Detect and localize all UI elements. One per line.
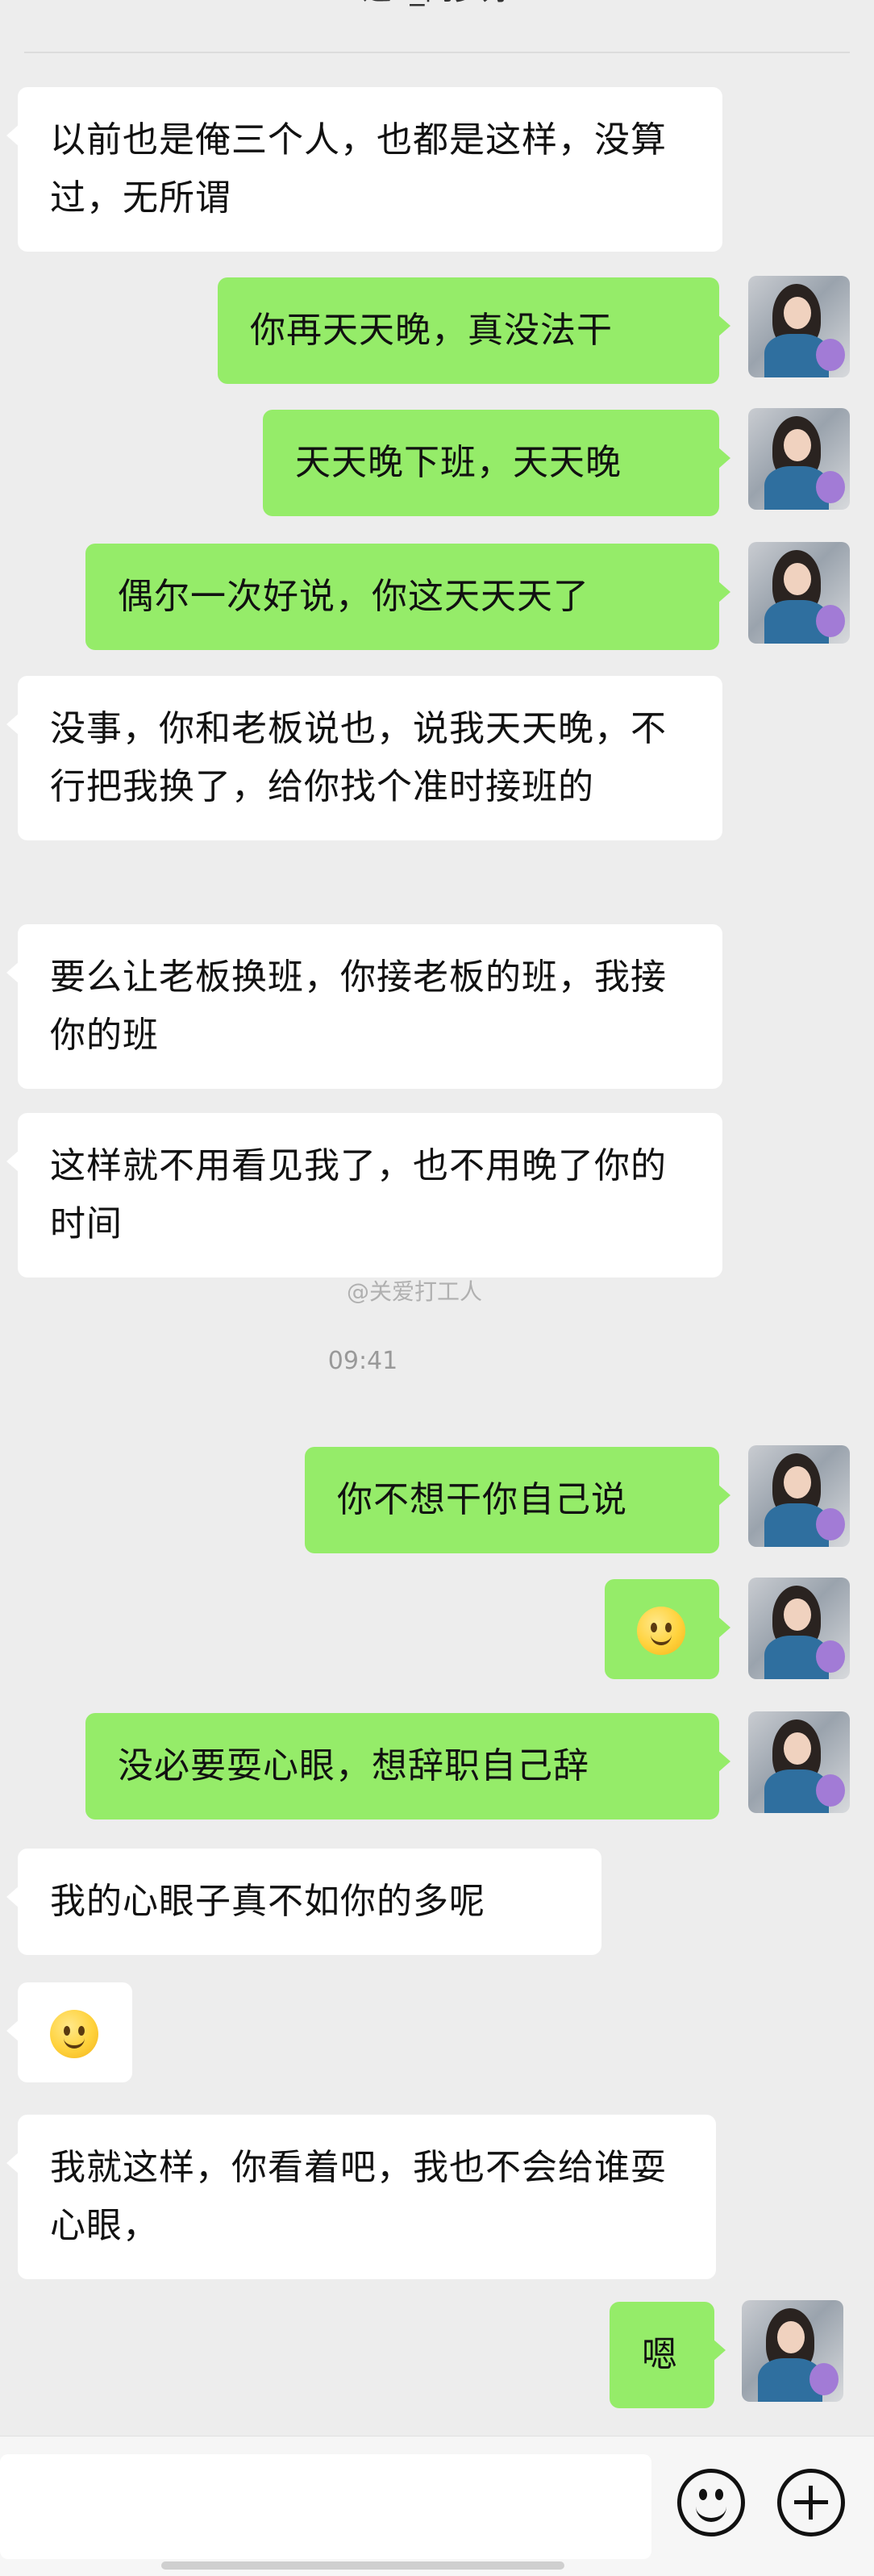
avatar[interactable] [748,276,850,377]
timestamp: 09:41 [327,1347,398,1375]
message-bubble-incoming[interactable]: 我的心眼子真不如你的多呢 [6,1849,601,1955]
message-bubble-incoming[interactable]: 要么让老板换班，你接老板的班，我接你的班 [6,924,722,1089]
avatar[interactable] [748,1445,850,1547]
message-bubble-incoming[interactable]: 我就这样，你看着吧，我也不会给谁耍心眼， [6,2115,716,2279]
message-bubble-outgoing[interactable]: 嗯 [610,2302,726,2408]
message-bubble-outgoing[interactable]: 你不想干你自己说 [305,1447,730,1553]
avatar[interactable] [748,542,850,644]
home-indicator [161,2561,564,2570]
header-divider [24,52,850,53]
message-input[interactable] [0,2454,651,2559]
smile-emoji-icon [50,2010,98,2058]
message-bubble-outgoing[interactable]: 你再天天晚，真没法干 [218,277,730,384]
plus-icon[interactable] [777,2469,845,2536]
avatar[interactable] [748,1578,850,1679]
avatar[interactable] [748,408,850,510]
message-bubble-incoming[interactable]: 没事，你和老板说也，说我天天晚，不行把我换了，给你找个准时接班的 [6,676,722,840]
input-bar [0,2436,874,2576]
message-bubble-incoming[interactable]: 以前也是俺三个人，也都是这样，没算过，无所谓 [6,87,722,252]
watermark: @关爱打工人 [347,1278,483,1305]
message-bubble-outgoing[interactable]: 没必要耍心眼，想辞职自己辞 [85,1713,730,1819]
smile-emoji-icon [637,1607,685,1655]
message-bubble-incoming[interactable] [6,1982,132,2082]
emoji-icon[interactable] [677,2469,745,2536]
message-bubble-outgoing[interactable]: 偶尔一次好说，你这天天天了 [85,544,730,650]
message-bubble-outgoing[interactable]: 天天晚下班，天天晚 [263,410,730,516]
chat-title: 逛S_闷梦好 [0,0,874,15]
avatar[interactable] [742,2300,843,2402]
message-bubble-incoming[interactable]: 这样就不用看见我了，也不用晚了你的时间 [6,1113,722,1278]
avatar[interactable] [748,1711,850,1813]
message-bubble-outgoing[interactable] [605,1579,730,1679]
